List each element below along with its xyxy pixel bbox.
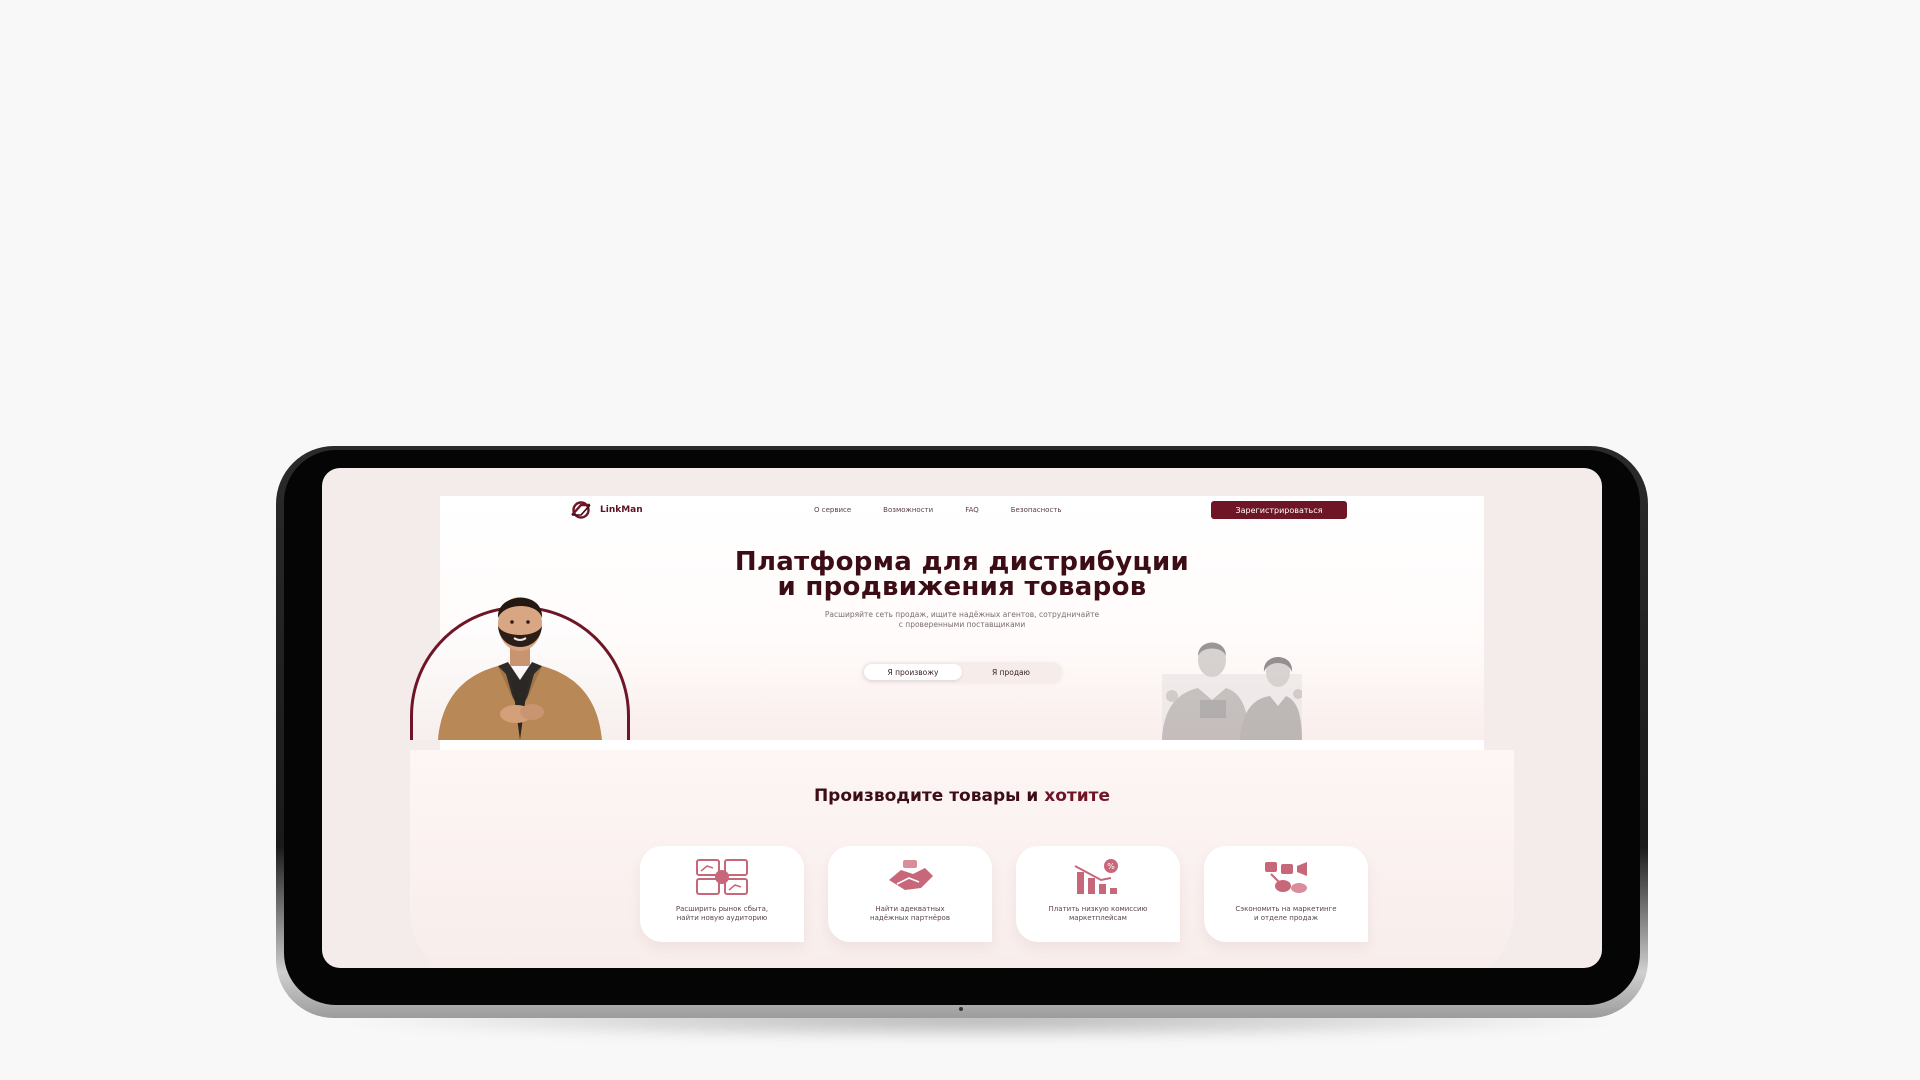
feature-card-line: Сэкономить на маркетинге	[1235, 905, 1337, 913]
feature-card-text: Сэкономить на маркетинге и отделе продаж	[1216, 905, 1356, 923]
logo[interactable]: LinkMan	[568, 501, 643, 519]
hero-title-line-2: и продвижения товаров	[777, 572, 1147, 602]
nav-links: О сервисе Возможности FAQ Безопасность	[814, 506, 1062, 514]
feature-card-market: Расширить рынок сбыта, найти новую аудит…	[640, 846, 804, 942]
role-switch: Я произвожу Я продаю	[862, 662, 1062, 682]
team-photo	[1162, 642, 1302, 740]
register-button[interactable]: Зарегистрироваться	[1211, 501, 1347, 519]
role-producer-button[interactable]: Я произвожу	[864, 664, 962, 680]
handshake-partners-icon	[889, 860, 933, 890]
nav-link-features[interactable]: Возможности	[883, 506, 933, 514]
tablet-screen: LinkMan О сервисе Возможности FAQ Безопа…	[322, 468, 1602, 968]
market-expansion-icon	[696, 859, 748, 895]
landing-page: LinkMan О сервисе Возможности FAQ Безопа…	[410, 496, 1514, 968]
feature-card-text: Расширить рынок сбыта, найти новую аудит…	[652, 905, 792, 923]
nav-link-faq[interactable]: FAQ	[965, 506, 979, 514]
hero-subtitle-line-2: с проверенными поставщиками	[898, 620, 1026, 629]
feature-card-line: найти новую аудиторию	[676, 914, 768, 922]
feature-card-commission: % Платить низкую комиссию маркетплейсам	[1016, 846, 1180, 942]
top-navigation: LinkMan О сервисе Возможности FAQ Безопа…	[440, 496, 1484, 530]
low-commission-icon: %	[1074, 859, 1118, 894]
features-title-start: Производите товары и	[813, 786, 1045, 806]
feature-card-line: Платить низкую комиссию	[1048, 905, 1148, 913]
hero-subtitle: Расширяйте сеть продаж, ищите надёжных а…	[740, 610, 1184, 630]
hero-person-photo	[438, 597, 602, 740]
feature-card-line: маркетплейсам	[1069, 914, 1127, 922]
nav-link-security[interactable]: Безопасность	[1011, 506, 1062, 514]
feature-card-line: Найти адекватных	[875, 905, 945, 913]
feature-cards: Расширить рынок сбыта, найти новую аудит…	[640, 846, 1368, 942]
features-title: Производите товары и хотите	[440, 786, 1484, 806]
feature-card-line: надёжных партнёров	[870, 914, 950, 922]
feature-card-line: и отделе продаж	[1253, 914, 1319, 922]
features-title-accent: хотите	[1044, 786, 1111, 806]
role-seller-button[interactable]: Я продаю	[962, 664, 1060, 680]
feature-card-partners: Найти адекватных надёжных партнёров	[828, 846, 992, 942]
hero-subtitle-line-1: Расширяйте сеть продаж, ищите надёжных а…	[824, 610, 1100, 619]
camera-dot	[959, 1007, 963, 1011]
hero-title: Платформа для дистрибуции и продвижения …	[600, 549, 1324, 602]
marketing-savings-icon	[1265, 862, 1307, 893]
logo-text: LinkMan	[600, 505, 643, 515]
feature-card-text: Найти адекватных надёжных партнёров	[840, 905, 980, 923]
feature-card-line: Расширить рынок сбыта,	[675, 905, 769, 913]
feature-card-marketing: Сэкономить на маркетинге и отделе продаж	[1204, 846, 1368, 942]
nav-link-about[interactable]: О сервисе	[814, 506, 851, 514]
feature-card-text: Платить низкую комиссию маркетплейсам	[1028, 905, 1168, 923]
linkman-logo-icon	[571, 501, 591, 519]
svg-text:%: %	[1107, 862, 1115, 871]
